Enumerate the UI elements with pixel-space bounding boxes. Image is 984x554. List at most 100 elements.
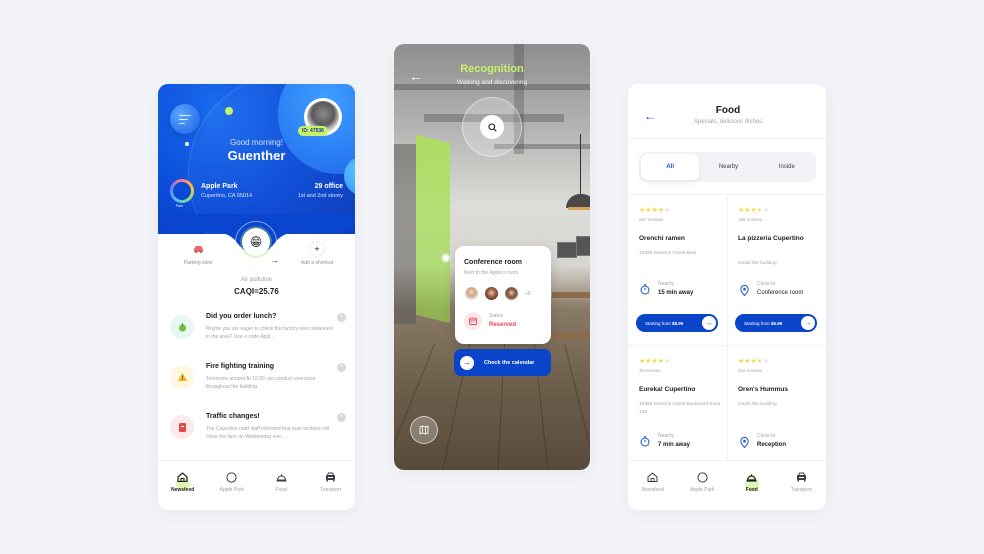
circle-icon [207, 471, 256, 483]
notification-title: Fire fighting training [206, 363, 275, 370]
office-subtitle: 1st and 2nd storey [297, 193, 343, 199]
car-icon [168, 242, 228, 256]
restaurant-address: 19369 Stevens Creek Boulevard Suite 130 [639, 402, 721, 415]
food-screen: ← Food Specials, delicious dishes All Ne… [628, 84, 826, 510]
home-icon [628, 471, 678, 483]
office-title: 29 office [314, 183, 343, 190]
menu-icon [179, 114, 191, 124]
lamp-cord [580, 134, 581, 194]
star-icon: ★ [664, 207, 671, 214]
notification-item[interactable]: Fire fighting training Tomorrow around A… [170, 363, 346, 405]
info-value: Reception [757, 442, 787, 448]
monitor [576, 236, 590, 256]
mood-button[interactable]: 😁 [242, 228, 270, 256]
room-title: Conference room [464, 259, 522, 266]
tab-newsfeed[interactable]: Newsfeed [628, 461, 678, 510]
notification-item[interactable]: Traffic changes! The Cupertino road staf… [170, 413, 346, 455]
star-icon: ★ [763, 358, 770, 365]
car-icon [777, 471, 827, 483]
cloche-icon [727, 471, 777, 483]
price-value: $5.99 [771, 320, 783, 326]
restaurant-card[interactable]: ★★★★★ 48 reviews Eureka! Cupertino 19369… [628, 357, 727, 457]
filter-segmented-control: All Nearby Inside [639, 152, 816, 182]
tab-food[interactable]: Food [727, 461, 777, 510]
screen-title: Recognition [460, 63, 524, 75]
tab-apple-park[interactable]: Apple Park [207, 461, 256, 510]
filter-all[interactable]: All [641, 154, 700, 180]
arrow-right-icon: → [460, 355, 474, 370]
air-pollution-label: Air pollution [240, 277, 273, 283]
location-pin-icon [738, 436, 750, 448]
floor-plank-line [394, 343, 435, 465]
info-label: Close to [757, 281, 776, 287]
circle-icon [678, 471, 728, 483]
star-rating: ★★★★★ [738, 206, 769, 214]
arrow-right-icon[interactable]: → [270, 255, 279, 265]
location-address: Cupertino, CA 95014 [201, 193, 253, 199]
greeting-text: Good morning! [230, 138, 283, 147]
info-value: 15 min away [658, 290, 694, 296]
map-button[interactable] [410, 416, 438, 444]
star-icon: ★★★★ [639, 358, 665, 365]
tab-label: Transport [319, 487, 341, 493]
screen-subtitle: Specials, delicious dishes [693, 119, 763, 125]
tab-transport[interactable]: Transport [306, 461, 355, 510]
info-label: Nearby [658, 433, 675, 439]
close-icon[interactable]: × [337, 313, 346, 322]
price-label: Starting from $8.99 [645, 320, 684, 326]
review-count: 158 reviews [738, 217, 763, 222]
map-icon [419, 425, 429, 435]
shortcut-add[interactable]: + Add a shortcut [287, 241, 347, 266]
user-id-badge: ID: 47936 [298, 126, 328, 136]
more-attendees-count: +5 [525, 291, 531, 297]
location-pin-icon [738, 284, 750, 296]
button-label: Check the calendar [484, 359, 535, 366]
cloche-icon [257, 471, 306, 483]
menu-button[interactable] [170, 104, 200, 134]
room-info-card[interactable]: Conference room Next to the Apple's room… [455, 246, 551, 344]
restaurant-name: Eureka! Cupertino [639, 386, 696, 393]
check-calendar-button[interactable]: → Check the calendar [454, 349, 551, 376]
shortcut-parking[interactable]: Parking slots [168, 242, 228, 266]
search-button[interactable] [480, 115, 504, 139]
tab-apple-park[interactable]: Apple Park [678, 461, 728, 510]
info-value: 7 min away [658, 442, 691, 448]
close-icon[interactable]: × [337, 413, 346, 422]
pendant-lamp [566, 194, 590, 210]
star-rating: ★★★★★ [738, 357, 769, 365]
notification-item[interactable]: Did you order lunch? Maybe you are eager… [170, 313, 346, 355]
shortcut-label: Parking slots [183, 260, 213, 266]
restaurant-card[interactable]: ★★★★★ 316 reviews Oren's Hummus Inside t… [727, 357, 826, 457]
grinning-face-icon: 😁 [249, 235, 263, 249]
traffic-sign-icon [170, 415, 194, 439]
restaurant-address: 19359 Stevens Creek Blvd [639, 251, 696, 256]
bottom-tab-bar: Newsfeed Apple Park Food Transport [628, 460, 826, 510]
filter-nearby[interactable]: Nearby [699, 154, 757, 180]
star-rating: ★★★★★ [639, 357, 670, 365]
restaurant-address: Inside the building [738, 402, 777, 407]
tab-label: Food [745, 487, 758, 493]
tab-newsfeed[interactable]: Newsfeed [158, 461, 207, 510]
restaurant-card[interactable]: ★★★★★ 697 reviews Orenchi ramen 19359 St… [628, 206, 727, 346]
notification-title: Traffic changes! [206, 413, 260, 420]
car-icon [306, 471, 355, 483]
close-icon[interactable]: × [337, 363, 346, 372]
tab-food[interactable]: Food [257, 461, 306, 510]
arrow-right-icon: → [801, 316, 815, 330]
tab-transport[interactable]: Transport [777, 461, 827, 510]
price-button[interactable]: Starting from $5.99 → [735, 314, 817, 332]
decorative-dot [225, 107, 233, 115]
filter-inside[interactable]: Inside [758, 154, 816, 180]
star-icon: ★★★ [738, 358, 757, 365]
apple-icon [170, 315, 194, 339]
star-icon: ★★★★ [639, 207, 665, 214]
status-value: Reserved [489, 322, 517, 328]
price-label: Starting from $5.99 [744, 320, 783, 326]
notification-title: Did you order lunch? [206, 313, 277, 320]
restaurant-card[interactable]: ★★★★★ 158 reviews La pizzeria Cupertino … [727, 206, 826, 346]
price-button[interactable]: Starting from $8.99 → [636, 314, 718, 332]
star-icon: ★ [664, 358, 671, 365]
shortcut-label: Add a shortcut [300, 260, 334, 266]
screen-title: Food [715, 105, 741, 116]
location-marker[interactable] [443, 255, 449, 261]
